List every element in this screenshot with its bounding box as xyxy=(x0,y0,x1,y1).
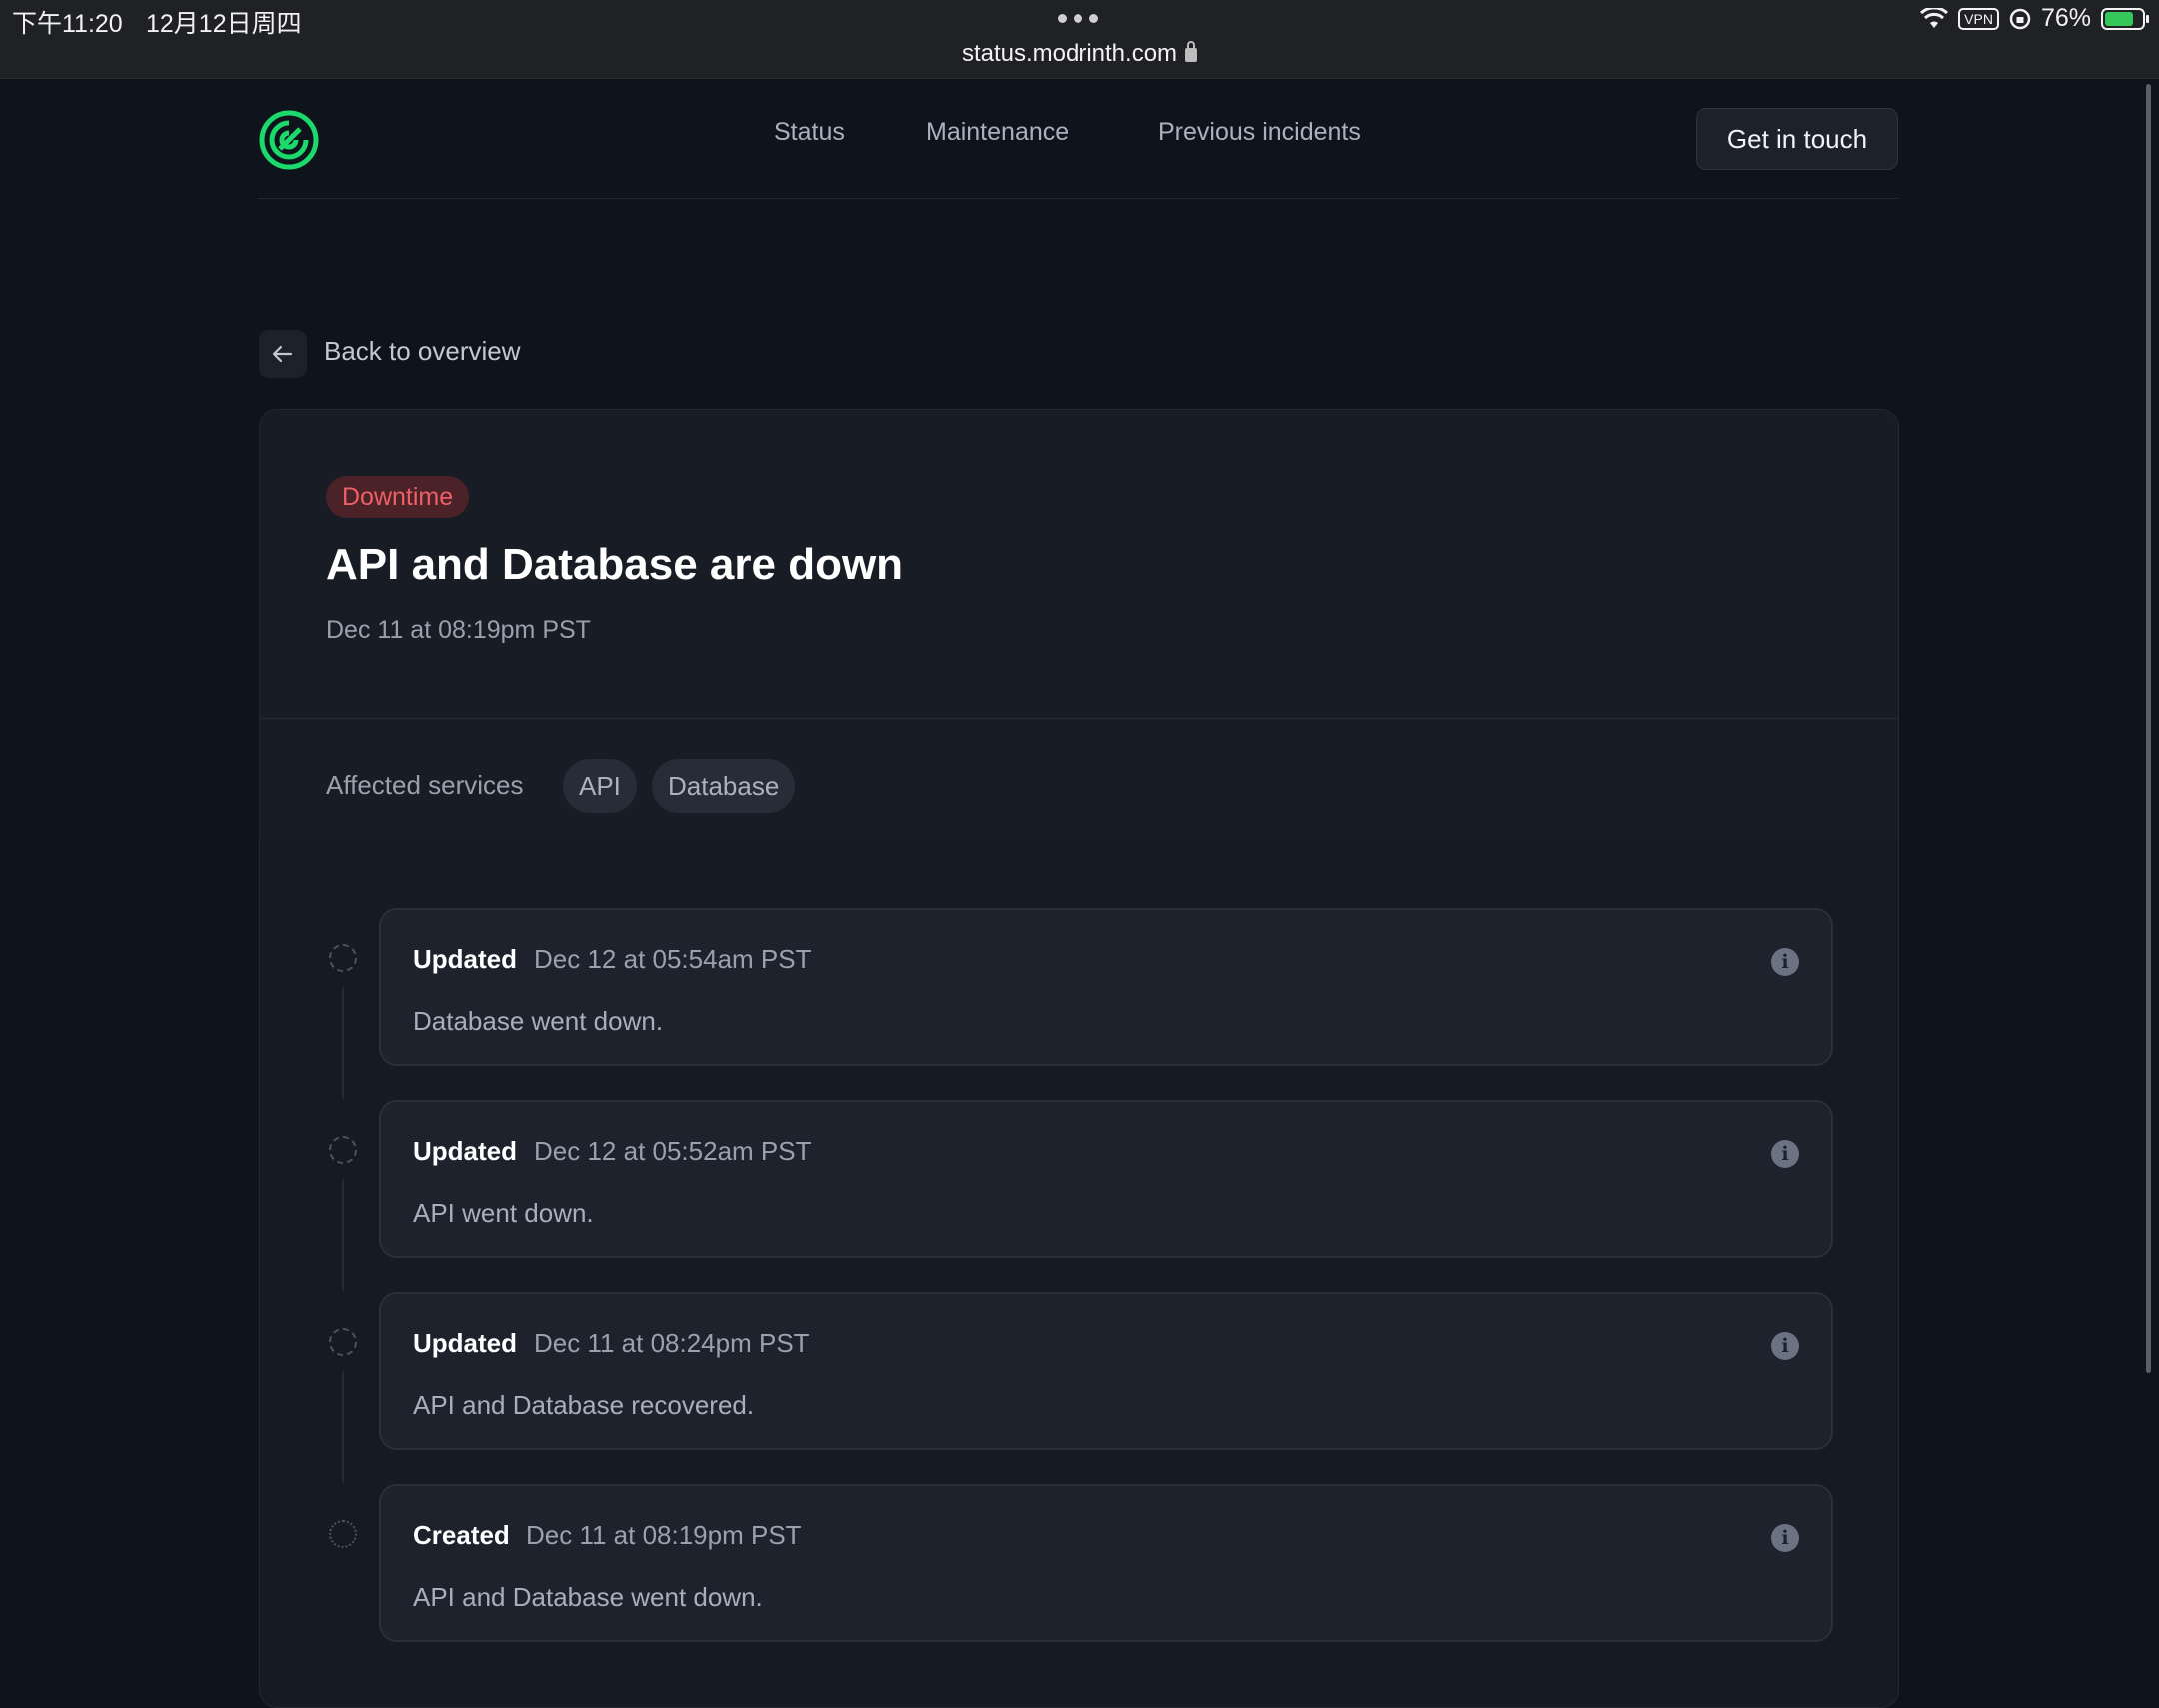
incident-card: Downtime API and Database are down Dec 1… xyxy=(259,409,1899,1708)
update-message: API and Database recovered. xyxy=(413,1390,755,1420)
update-time: Dec 12 at 05:54am PST xyxy=(534,944,812,974)
status-icons: VPN 76% xyxy=(1920,4,2149,33)
wifi-icon xyxy=(1920,7,1949,28)
timeline-marker xyxy=(329,1328,357,1356)
nav-previous-incidents[interactable]: Previous incidents xyxy=(1158,118,1361,147)
info-icon[interactable]: i xyxy=(1771,1140,1799,1168)
timeline-marker xyxy=(329,944,357,972)
back-button[interactable] xyxy=(259,330,307,378)
update-message: Database went down. xyxy=(413,1006,664,1036)
timeline-line xyxy=(342,987,344,1099)
timeline-marker xyxy=(329,1136,357,1164)
url-text: status.modrinth.com xyxy=(961,40,1178,67)
update-type: Updated xyxy=(413,944,517,974)
orientation-lock-icon xyxy=(2009,8,2031,29)
update-entry: Updated Dec 12 at 05:52am PST API went d… xyxy=(379,1100,1833,1258)
clock: 下午11:20 xyxy=(12,10,123,38)
modrinth-logo-icon[interactable] xyxy=(258,109,320,171)
scrollbar[interactable] xyxy=(2146,84,2151,1373)
date: 12月12日周四 xyxy=(146,10,302,38)
update-message: API and Database went down. xyxy=(413,1582,763,1612)
status-badge: Downtime xyxy=(326,476,470,518)
update-entry: Updated Dec 12 at 05:54am PST Database w… xyxy=(379,908,1833,1066)
nav-maintenance[interactable]: Maintenance xyxy=(926,118,1069,147)
update-type: Updated xyxy=(413,1136,517,1166)
info-icon[interactable]: i xyxy=(1771,1524,1799,1552)
arrow-left-icon xyxy=(272,345,293,363)
back-to-overview-link[interactable]: Back to overview xyxy=(324,336,521,367)
nav-status[interactable]: Status xyxy=(774,118,845,147)
service-chip-database: Database xyxy=(652,759,796,813)
header-divider xyxy=(258,198,1899,199)
update-time: Dec 11 at 08:19pm PST xyxy=(526,1520,802,1550)
timeline-marker xyxy=(329,1520,357,1548)
get-in-touch-button[interactable]: Get in touch xyxy=(1696,108,1898,170)
service-chip-api: API xyxy=(563,759,637,813)
update-time: Dec 12 at 05:52am PST xyxy=(534,1136,812,1166)
update-type: Updated xyxy=(413,1328,517,1358)
incident-date: Dec 11 at 08:19pm PST xyxy=(326,616,591,644)
update-type: Created xyxy=(413,1520,510,1550)
update-entry: Updated Dec 11 at 08:24pm PST API and Da… xyxy=(379,1292,1833,1450)
battery-percent: 76% xyxy=(2040,4,2091,32)
update-message: API went down. xyxy=(413,1198,594,1228)
info-icon[interactable]: i xyxy=(1771,1332,1799,1360)
update-entry: Created Dec 11 at 08:19pm PST API and Da… xyxy=(379,1484,1833,1642)
timeline-line xyxy=(342,1179,344,1291)
incident-title: API and Database are down xyxy=(326,540,904,589)
battery-icon xyxy=(2101,7,2149,30)
timeline-line xyxy=(342,1371,344,1483)
address-bar[interactable]: status.modrinth.com xyxy=(0,40,2159,68)
info-icon[interactable]: i xyxy=(1771,948,1799,976)
vpn-icon: VPN xyxy=(1958,7,1999,30)
affected-services-label: Affected services xyxy=(326,770,524,800)
multitasking-dots-icon[interactable] xyxy=(1058,14,1098,23)
update-time: Dec 11 at 08:24pm PST xyxy=(534,1328,810,1358)
lock-icon xyxy=(1185,41,1198,62)
system-status-bar: 下午11:20 12月12日周四 status.modrinth.com VPN… xyxy=(0,0,2159,79)
